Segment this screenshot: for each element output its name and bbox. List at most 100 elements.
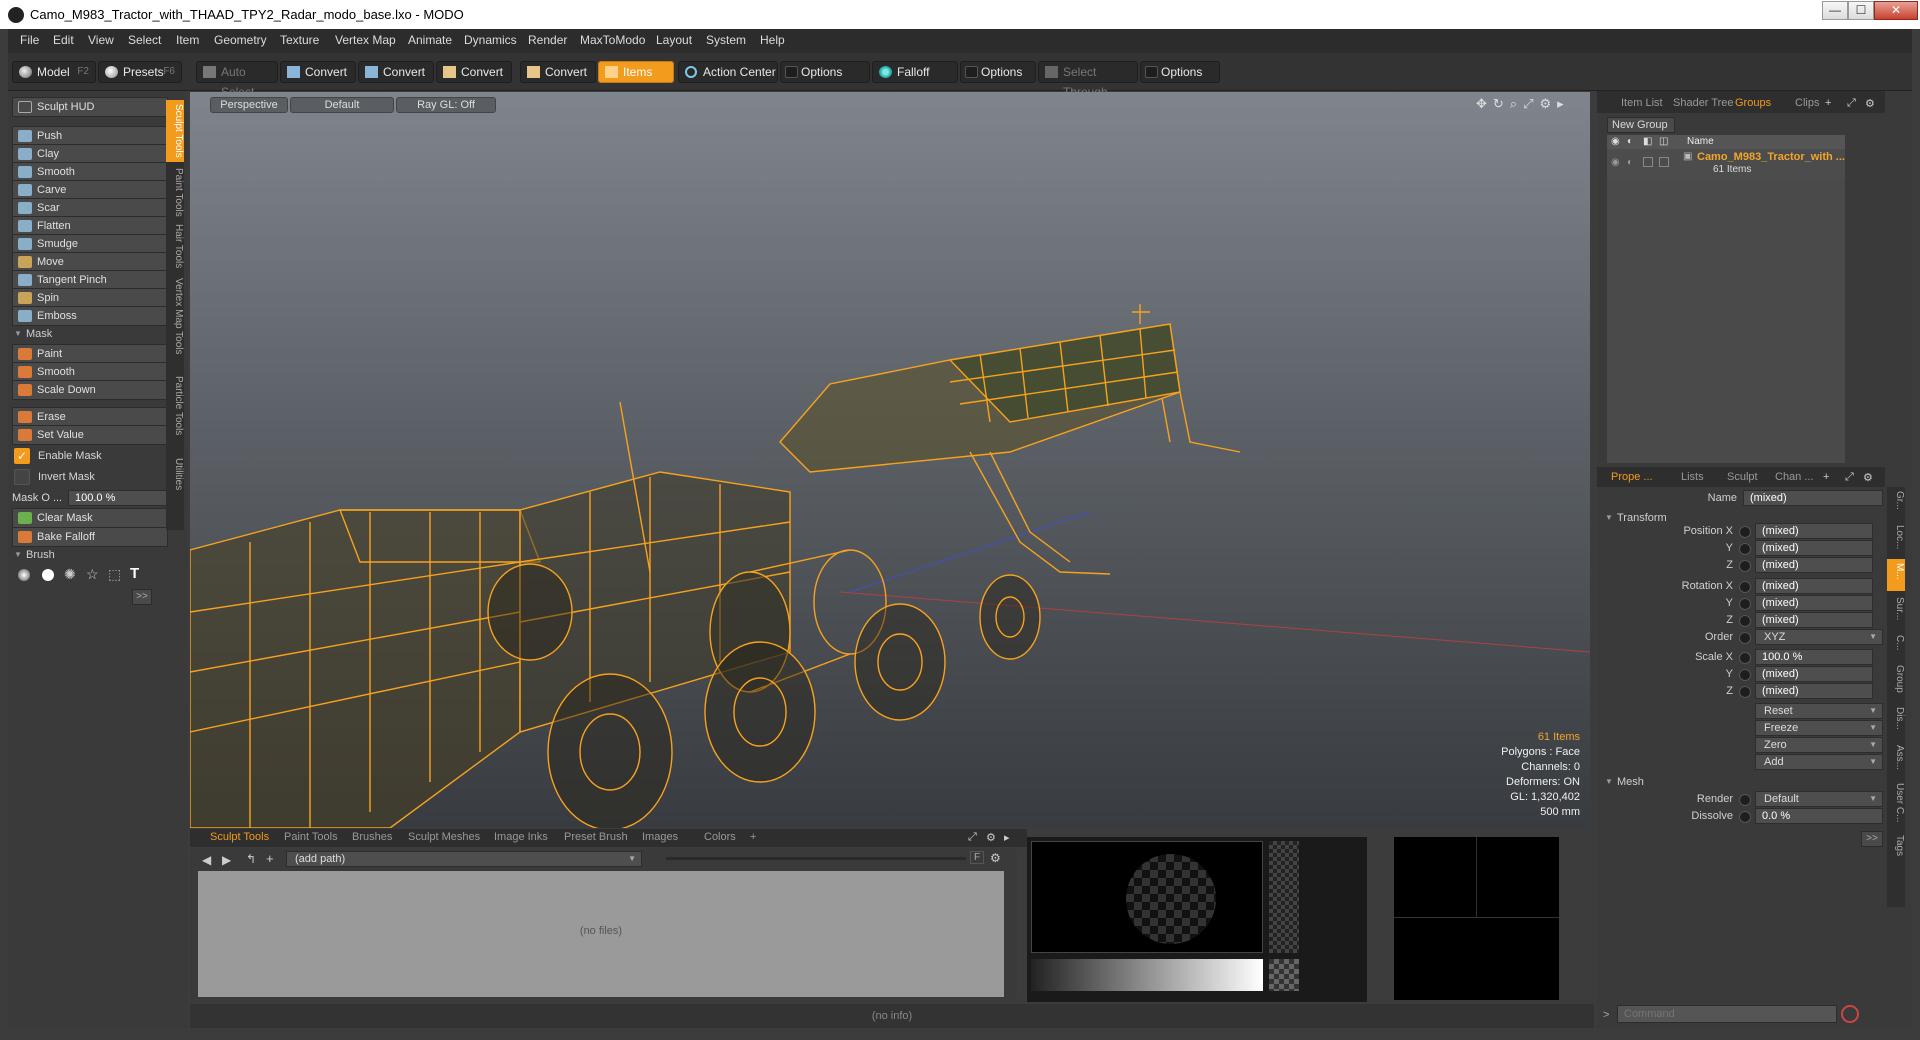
tool-smudge[interactable]: Smudge [12,234,168,254]
expand-icon[interactable]: ⤢ [1845,471,1854,484]
menu-geometry[interactable]: Geometry [214,33,267,47]
rotation-y-field[interactable]: (mixed) [1755,595,1873,611]
mask-smooth[interactable]: Smooth [12,362,168,382]
erase-button[interactable]: Erase [12,407,168,427]
star-brush-icon[interactable]: ☆ [86,566,99,583]
tab-colors[interactable]: Colors [704,831,736,843]
gradient-swatch[interactable] [1269,959,1299,991]
add-tab-icon[interactable]: + [1825,97,1831,109]
tab-c[interactable]: C... [1887,631,1905,659]
brush-section-header[interactable]: Brush [12,546,168,564]
back-arrow-icon[interactable]: ◀ [202,853,211,867]
convert-edge-button[interactable]: Convert [358,61,434,83]
up-folder-icon[interactable]: ↰ [246,852,256,866]
forward-arrow-icon[interactable]: ▶ [222,853,231,867]
tab-gr[interactable]: Gr... [1887,487,1905,519]
menu-edit[interactable]: Edit [53,33,74,47]
tab-user-channels[interactable]: User C... [1887,779,1905,829]
minimize-button[interactable]: — [1822,1,1848,20]
panel-settings-icon[interactable]: ⚙ [1863,471,1873,484]
tab-image-inks[interactable]: Image Inks [494,831,548,843]
animate-dot-icon[interactable] [1739,598,1751,610]
animate-dot-icon[interactable] [1739,543,1751,555]
convert-polygon-button[interactable]: Convert [436,61,512,83]
dissolve-field[interactable]: 0.0 % [1755,808,1883,824]
tab-paint-tools-browser[interactable]: Paint Tools [284,831,338,843]
animate-dot-icon[interactable] [1739,560,1751,572]
animate-dot-icon[interactable] [1739,581,1751,593]
tab-particle-tools[interactable]: Particle Tools [166,372,184,452]
menu-item[interactable]: Item [176,33,199,47]
tab-tags[interactable]: Tags [1887,831,1905,865]
expand-icon[interactable]: ⤢ [1847,97,1856,110]
new-group-button[interactable]: New Group [1607,117,1675,133]
add-dropdown[interactable]: Add [1755,754,1883,770]
bake-falloff-button[interactable]: Bake Falloff [12,527,168,547]
visibility-eye-icon[interactable]: ◉ [1611,157,1620,168]
reset-dropdown[interactable]: Reset [1755,703,1883,719]
tab-brushes[interactable]: Brushes [352,831,392,843]
browser-settings-icon[interactable]: ⚙ [990,851,1001,865]
add-path-icon[interactable]: + [266,851,274,866]
add-tab-icon[interactable]: + [1823,471,1829,483]
tool-move[interactable]: Move [12,252,168,272]
set-value-button[interactable]: Set Value [12,425,168,445]
menu-vertex-map[interactable]: Vertex Map [335,33,396,47]
select-options-button[interactable]: Options [1140,61,1220,83]
tab-paint-tools[interactable]: Paint Tools [166,164,184,218]
menu-system[interactable]: System [706,33,746,47]
tab-sur[interactable]: Sur... [1887,593,1905,629]
invert-mask-toggle[interactable]: Invert Mask [12,467,168,487]
animate-dot-icon[interactable] [1739,669,1751,681]
filter-icon[interactable]: F [970,851,985,864]
animate-dot-icon[interactable] [1739,632,1751,644]
tab-sculpt-tools-browser[interactable]: Sculpt Tools [210,831,269,843]
tool-flatten[interactable]: Flatten [12,216,168,236]
rotation-order-dropdown[interactable]: XYZ [1755,629,1883,645]
menu-texture[interactable]: Texture [280,33,319,47]
panel-settings-icon[interactable]: ⚙ [1865,97,1875,110]
tab-sculpt-props[interactable]: Sculpt [1727,471,1758,483]
select-through-button[interactable]: Select Through [1038,61,1138,99]
tab-groups[interactable]: Groups [1735,97,1771,109]
mask-section-header[interactable]: Mask [12,325,168,343]
tab-item-list[interactable]: Item List [1621,97,1663,109]
position-y-field[interactable]: (mixed) [1755,540,1873,556]
panel-settings-icon[interactable]: ⚙ [986,831,996,844]
scale-y-field[interactable]: (mixed) [1755,666,1873,682]
freeze-dropdown[interactable]: Freeze [1755,720,1883,736]
animate-dot-icon[interactable] [1739,794,1751,806]
soft-brush-icon[interactable] [18,569,30,581]
rotation-z-field[interactable]: (mixed) [1755,612,1873,628]
text-brush-icon[interactable]: T [130,565,139,582]
scale-x-field[interactable]: 100.0 % [1755,649,1873,665]
maximize-button[interactable]: ☐ [1848,1,1874,20]
tool-spin[interactable]: Spin [12,288,168,308]
menu-help[interactable]: Help [760,33,785,47]
custom-brush-icon[interactable]: ⬚ [108,566,121,583]
group-row[interactable]: ◉ ◐ ▣ Camo_M983_Tractor_with ... 61 Item… [1607,149,1845,179]
tab-channels[interactable]: Chan ... [1775,471,1814,483]
splat-brush-icon[interactable]: ✺ [64,566,76,583]
tab-vertex-map-tools[interactable]: Vertex Map Tools [166,274,184,370]
mask-scale-down[interactable]: Scale Down [12,380,168,400]
scale-z-field[interactable]: (mixed) [1755,683,1873,699]
animate-dot-icon[interactable] [1739,615,1751,627]
tab-utilities[interactable]: Utilities [166,454,184,506]
tab-group[interactable]: Group [1887,661,1905,701]
3d-viewport[interactable]: Perspective Default Ray GL: Off ✥↻⌕⤢⚙▸ 6… [190,92,1590,828]
more-brushes-button[interactable]: >> [132,589,152,605]
falloff-button[interactable]: Falloff [872,61,958,83]
mask-paint[interactable]: Paint [12,344,168,364]
presets-button[interactable]: Presets F6 [98,61,182,83]
tab-dis[interactable]: Dis... [1887,703,1905,739]
tool-emboss[interactable]: Emboss [12,306,168,326]
sculpt-hud-button[interactable]: Sculpt HUD [12,97,168,117]
tool-tangent-pinch[interactable]: Tangent Pinch [12,270,168,290]
action-center-options-button[interactable]: Options [780,61,870,83]
animate-dot-icon[interactable] [1739,652,1751,664]
falloff-options-button[interactable]: Options [960,61,1036,83]
menu-animate[interactable]: Animate [408,33,452,47]
mesh-section[interactable]: Mesh [1603,773,1783,791]
tab-sculpt-meshes[interactable]: Sculpt Meshes [408,831,480,843]
